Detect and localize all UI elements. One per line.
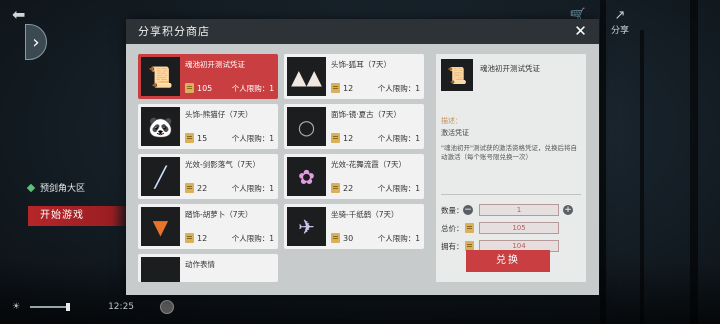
sword-light-icon: ╱ <box>141 157 180 196</box>
item-detail-panel: 📜 魂池初开测试凭证 描述： 激活凭证 "魂池初开"测试获的激活资格凭证，兑换后… <box>436 54 586 282</box>
server-selector[interactable]: 预剑角大区 <box>26 181 86 194</box>
shop-item[interactable]: 📜 魂池初开测试凭证 105 个人限购：1 <box>138 54 278 99</box>
coin-icon <box>185 133 194 143</box>
coin-icon <box>331 233 340 243</box>
own-label: 拥有： <box>441 241 464 251</box>
item-price: 15 <box>185 133 207 143</box>
item-price: 12 <box>185 233 207 243</box>
share-button[interactable]: ↗ 分享 <box>608 8 632 36</box>
volume-slider[interactable] <box>30 303 71 311</box>
item-name: 光效-花舞流霞（7天） <box>331 160 406 169</box>
item-price: 12 <box>331 83 353 93</box>
shop-item[interactable]: 动作表情 <box>138 254 278 282</box>
shop-item[interactable]: ✿ 光效-花舞流霞（7天） 22 个人限购：1 <box>284 154 424 199</box>
brightness-icon: ☀ <box>12 302 21 312</box>
server-name: 预剑角大区 <box>40 184 86 194</box>
item-limit: 个人限购：1 <box>377 184 420 193</box>
item-limit: 个人限购：1 <box>377 84 420 93</box>
shop-item-list[interactable]: 📜 魂池初开测试凭证 105 个人限购：1 ▲▲ 头饰-狐耳（7天） 12 个人… <box>138 54 424 282</box>
total-value: 105 <box>479 222 559 234</box>
shop-item[interactable]: 🐼 头饰-熊猫仔（7天） 15 个人限购：1 <box>138 104 278 149</box>
plus-button[interactable]: + <box>563 205 573 215</box>
exchange-button[interactable]: 兑换 <box>466 250 550 272</box>
share-label: 分享 <box>610 26 629 36</box>
start-game-button[interactable]: 开始游戏 <box>28 206 132 226</box>
quantity-row: 数量： − 1 + <box>441 204 581 216</box>
paper-crane-icon: ✈ <box>287 207 326 246</box>
total-label: 总价： <box>441 223 464 233</box>
close-button[interactable]: ✕ <box>573 23 589 39</box>
total-row: 总价： 105 <box>441 222 581 234</box>
minus-button[interactable]: − <box>463 205 473 215</box>
coin-icon <box>465 223 474 233</box>
scroll-icon: 📜 <box>141 57 180 96</box>
coin-icon <box>331 183 340 193</box>
coin-icon <box>185 83 194 93</box>
shop-item[interactable]: ○ 面饰-镜·夏古（7天） 12 个人限购：1 <box>284 104 424 149</box>
desc-label: 描述： <box>441 117 462 125</box>
item-name: 坐骑-千纸鹤（7天） <box>331 210 399 219</box>
item-price: 12 <box>331 133 353 143</box>
shop-item[interactable]: ▲▲ 头饰-狐耳（7天） 12 个人限购：1 <box>284 54 424 99</box>
coin-icon <box>331 133 340 143</box>
divider <box>441 194 581 195</box>
carrot-icon: ▼ <box>141 207 180 246</box>
chevron-right-icon: › <box>32 31 40 53</box>
desc-text: "魂池初开"测试获的激活资格凭证，兑换后将自动激活（每个账号限兑换一次） <box>441 144 577 161</box>
item-limit: 个人限购：1 <box>231 84 274 93</box>
fox-ears-icon: ▲▲ <box>287 57 326 96</box>
coin-icon <box>331 83 340 93</box>
emote-icon <box>141 257 180 282</box>
item-name: 头饰-熊猫仔（7天） <box>185 110 253 119</box>
dialog-header: 分享积分商店 ✕ <box>126 19 599 44</box>
avatar[interactable] <box>160 300 175 314</box>
item-name: 面饰-镜·夏古（7天） <box>331 110 401 119</box>
coin-icon <box>185 233 194 243</box>
shop-item[interactable]: ╱ 光效-剑影落气（7天） 22 个人限购：1 <box>138 154 278 199</box>
item-limit: 个人限购：1 <box>231 234 274 243</box>
item-price: 22 <box>185 183 207 193</box>
item-limit: 个人限购：1 <box>377 134 420 143</box>
quantity-input[interactable]: 1 <box>479 204 559 216</box>
shop-item[interactable]: ▼ 踏饰-胡萝卜（7天） 12 个人限购：1 <box>138 204 278 249</box>
item-limit: 个人限购：1 <box>231 184 274 193</box>
close-icon: ✕ <box>574 22 588 40</box>
server-status-icon <box>26 183 36 192</box>
item-limit: 个人限购：1 <box>231 134 274 143</box>
desc-sub: 激活凭证 <box>441 129 469 137</box>
item-price: 22 <box>331 183 353 193</box>
item-limit: 个人限购：1 <box>377 234 420 243</box>
coin-icon <box>185 183 194 193</box>
item-name: 光效-剑影落气（7天） <box>185 160 260 169</box>
mirror-icon: ○ <box>287 107 326 146</box>
detail-title: 魂池初开测试凭证 <box>480 64 540 73</box>
item-price: 105 <box>185 83 212 93</box>
item-name: 头饰-狐耳（7天） <box>331 60 391 69</box>
scroll-icon: 📜 <box>441 59 473 91</box>
dialog-title: 分享积分商店 <box>138 25 210 38</box>
flower-light-icon: ✿ <box>287 157 326 196</box>
panda-icon: 🐼 <box>141 107 180 146</box>
item-name: 踏饰-胡萝卜（7天） <box>185 210 253 219</box>
bottom-bar: ☀ 12:25 <box>12 300 175 314</box>
back-arrow-icon[interactable]: ⬅ <box>12 7 34 23</box>
share-points-shop-dialog: 分享积分商店 ✕ 📜 魂池初开测试凭证 105 个人限购：1 ▲▲ 头饰-狐耳（… <box>126 19 599 295</box>
clock: 12:25 <box>108 302 135 312</box>
shop-item[interactable]: ✈ 坐骑-千纸鹤（7天） 30 个人限购：1 <box>284 204 424 249</box>
share-icon: ↗ <box>614 8 626 23</box>
side-tab-expand[interactable]: › <box>25 24 47 60</box>
item-name: 动作表情 <box>185 260 215 269</box>
item-name: 魂池初开测试凭证 <box>185 60 245 69</box>
item-price: 30 <box>331 233 353 243</box>
qty-label: 数量： <box>441 205 464 215</box>
